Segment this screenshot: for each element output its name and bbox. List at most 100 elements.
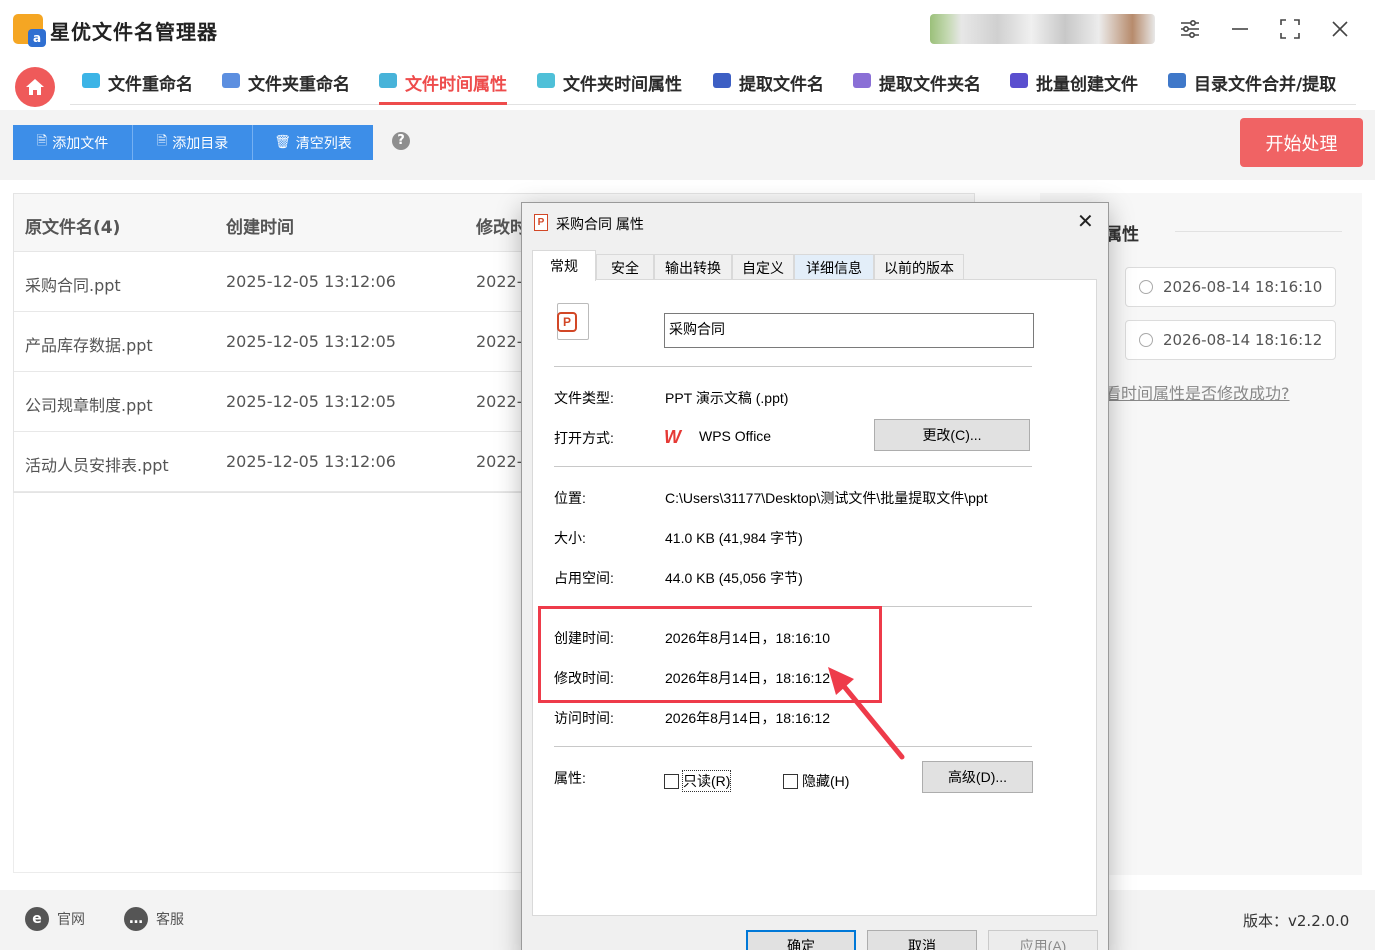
properties-dialog: P 采购合同 属性 ✕ 常规 安全 输出转换 自定义 详细信息 以前的版本 P … (521, 202, 1109, 950)
disk-size-value: 44.0 KB (45,056 字节) (665, 570, 803, 586)
cancel-button[interactable]: 取消 (867, 930, 977, 950)
tab-security[interactable]: 安全 (596, 254, 654, 280)
cell-created: 2025-12-05 13:12:05 (226, 392, 396, 411)
general-tab-panel: P 采购合同 文件类型: PPT 演示文稿 (.ppt) 打开方式: W WPS… (532, 279, 1097, 916)
open-with-label: 打开方式: (554, 430, 614, 446)
advanced-button[interactable]: 高级(D)... (922, 761, 1033, 793)
home-icon (26, 79, 44, 95)
file-time-icon (379, 73, 397, 88)
trash-icon: 🗑 (274, 135, 291, 150)
directory-merge-icon (1168, 73, 1186, 88)
cell-filename: 活动人员安排表.ppt (25, 456, 169, 475)
ie-icon: e (25, 907, 49, 931)
main-nav: 文件重命名 文件夹重命名 文件时间属性 文件夹时间属性 提取文件名 提取文件夹名… (0, 60, 1375, 110)
size-label: 大小: (554, 530, 586, 546)
divider (1175, 231, 1342, 232)
column-header-modified[interactable]: 修改时 (476, 213, 527, 238)
accessed-value: 2026年8月14日，18:16:12 (665, 710, 830, 726)
location-value: C:\Users\31177\Desktop\测试文件\批量提取文件\ppt (665, 490, 988, 506)
tab-folder-rename[interactable]: 文件夹重命名 (222, 70, 350, 105)
apply-button[interactable]: 应用(A) (988, 930, 1098, 950)
close-icon[interactable] (1325, 14, 1355, 44)
cell-filename: 产品库存数据.ppt (25, 336, 153, 355)
created-time-input[interactable]: 2026-08-14 18:16:10 (1125, 267, 1336, 307)
attributes-label: 属性: (554, 770, 586, 786)
website-link[interactable]: e 官网 (25, 907, 85, 931)
readonly-checkbox[interactable]: 只读(R) (664, 770, 732, 792)
tab-extract-file-names[interactable]: 提取文件名 (713, 70, 824, 105)
tab-output-conversion[interactable]: 输出转换 (654, 254, 732, 280)
tab-details[interactable]: 详细信息 (794, 254, 874, 280)
batch-create-icon (1010, 73, 1028, 88)
cell-created: 2025-12-05 13:12:05 (226, 332, 396, 351)
cell-filename: 公司规章制度.ppt (25, 396, 153, 415)
title-bar: a 星优文件名管理器 (0, 0, 1375, 60)
clear-list-button[interactable]: 🗑 清空列表 (253, 125, 373, 160)
location-label: 位置: (554, 490, 586, 506)
file-name-field[interactable]: 采购合同 (664, 313, 1034, 348)
customer-service-link[interactable]: … 客服 (124, 907, 184, 931)
help-icon[interactable]: ? (392, 132, 410, 150)
app-logo-icon: a (13, 14, 46, 47)
column-header-filename[interactable]: 原文件名(4) (25, 213, 120, 238)
checkbox-box (783, 773, 798, 789)
file-icon: 🗎 (156, 133, 168, 149)
ok-button[interactable]: 确定 (746, 930, 856, 950)
file-rename-icon (82, 73, 100, 88)
maximize-icon[interactable] (1275, 14, 1305, 44)
start-processing-button[interactable]: 开始处理 (1240, 118, 1363, 167)
clock-icon (1139, 280, 1153, 294)
ppt-document-icon: P (557, 303, 589, 340)
open-with-value: WPS Office (699, 428, 772, 444)
settings-panel-title: 属性 (1105, 225, 1139, 245)
hidden-checkbox[interactable]: 隐藏(H) (783, 771, 849, 791)
app-title: 星优文件名管理器 (50, 20, 218, 44)
cell-modified: 2022- (476, 332, 523, 351)
cell-modified: 2022- (476, 272, 523, 291)
column-header-created[interactable]: 创建时间 (226, 213, 294, 238)
nav-tabs: 文件重命名 文件夹重命名 文件时间属性 文件夹时间属性 提取文件名 提取文件夹名… (70, 60, 1356, 105)
type-label: 文件类型: (554, 390, 614, 406)
divider (554, 366, 1032, 367)
chat-icon: … (124, 907, 148, 931)
version-label: 版本：v2.2.0.0 (1243, 912, 1350, 930)
cell-modified: 2022- (476, 392, 523, 411)
add-directory-button[interactable]: 🗎 添加目录 (133, 125, 253, 160)
dialog-close-icon[interactable]: ✕ (1077, 209, 1094, 234)
file-icon: 🗎 (36, 133, 48, 149)
wps-icon: W (664, 427, 681, 447)
divider (554, 466, 1032, 467)
folder-rename-icon (222, 73, 240, 88)
tab-batch-create-files[interactable]: 批量创建文件 (1010, 70, 1138, 105)
home-button[interactable] (15, 67, 55, 107)
minimize-icon[interactable] (1225, 14, 1255, 44)
tab-directory-merge-extract[interactable]: 目录文件合并/提取 (1168, 70, 1336, 105)
size-value: 41.0 KB (41,984 字节) (665, 530, 803, 546)
user-avatar[interactable] (930, 14, 1155, 44)
disk-size-label: 占用空间: (554, 570, 614, 586)
tab-folder-time-attributes[interactable]: 文件夹时间属性 (537, 70, 682, 105)
tab-file-rename[interactable]: 文件重命名 (82, 70, 193, 105)
ppt-file-icon: P (534, 214, 548, 231)
cell-modified: 2022- (476, 452, 523, 471)
type-value: PPT 演示文稿 (.ppt) (665, 390, 789, 406)
accessed-label: 访问时间: (554, 710, 614, 726)
folder-time-icon (537, 73, 555, 88)
dialog-title: 采购合同 属性 (556, 216, 644, 232)
cell-created: 2025-12-05 13:12:06 (226, 452, 396, 471)
change-button[interactable]: 更改(C)... (874, 419, 1030, 451)
check-result-link[interactable]: 看时间属性是否修改成功? (1105, 380, 1290, 404)
tab-general[interactable]: 常规 (532, 250, 596, 281)
tab-extract-folder-names[interactable]: 提取文件夹名 (853, 70, 981, 105)
extract-folder-icon (853, 73, 871, 88)
tab-file-time-attributes[interactable]: 文件时间属性 (379, 70, 507, 105)
tab-custom[interactable]: 自定义 (732, 254, 794, 280)
tab-previous-versions[interactable]: 以前的版本 (874, 254, 964, 280)
cell-created: 2025-12-05 13:12:06 (226, 272, 396, 291)
modified-time-input[interactable]: 2026-08-14 18:16:12 (1125, 320, 1336, 360)
checkbox-box (664, 773, 679, 789)
add-file-button[interactable]: 🗎 添加文件 (13, 125, 133, 160)
extract-file-icon (713, 73, 731, 88)
settings-sliders-icon[interactable] (1175, 14, 1205, 44)
cell-filename: 采购合同.ppt (25, 276, 121, 295)
